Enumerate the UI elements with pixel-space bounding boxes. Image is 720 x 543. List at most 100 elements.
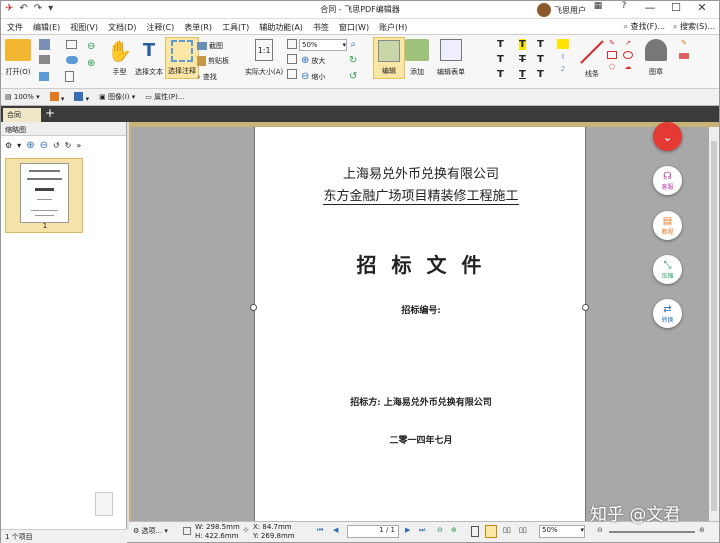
zoom-slider[interactable] — [609, 531, 695, 533]
user-account[interactable]: 飞思用户 — [537, 3, 586, 17]
callout-icon[interactable]: T — [497, 69, 504, 80]
text-box-icon[interactable]: T — [497, 39, 504, 50]
pdf-page[interactable]: 上海易兑外币兑换有限公司 东方金融广场项目精装修工程施工 招 标 文 件 招标编… — [254, 127, 586, 521]
selection-handle-left[interactable] — [250, 304, 257, 311]
save-icon[interactable] — [39, 39, 50, 50]
sound-icon[interactable]: ♪ — [561, 65, 565, 73]
continuous-page-icon[interactable] — [485, 525, 497, 538]
actual-size-button[interactable]: 1:1 实际大小(A) — [245, 39, 283, 77]
options-button[interactable]: ⚙ 选项... ▾ — [133, 526, 168, 536]
snapshot-button[interactable]: 截图 — [197, 41, 223, 51]
marker-icon[interactable]: ✎ — [681, 39, 687, 47]
collapse-fab[interactable]: ⌄ — [653, 122, 682, 151]
convert-fab[interactable]: ⇄ 转换 — [653, 299, 682, 328]
stamp-button[interactable]: 图章 — [645, 39, 667, 77]
menu-item-8[interactable]: 书签 — [313, 22, 329, 33]
help-icon[interactable]: ? — [611, 1, 637, 14]
last-page-button[interactable]: ⏭ — [419, 526, 425, 535]
replace-text-icon[interactable]: T — [537, 54, 544, 65]
zoom-in-button[interactable]: ⊕ 放大 — [301, 55, 325, 66]
ellipse-icon[interactable] — [623, 51, 633, 59]
edit-button[interactable]: 编辑 — [373, 37, 405, 79]
menu-item-4[interactable]: 注释(C) — [146, 22, 174, 33]
note-icon[interactable] — [557, 39, 569, 49]
pencil-icon[interactable]: ✎ — [609, 39, 615, 47]
go-forward-button[interactable]: ⊕ — [451, 526, 457, 534]
color-swatch-button[interactable]: ▾ — [74, 91, 89, 103]
next-page-button[interactable]: ▶ — [405, 526, 410, 534]
add-button[interactable]: 添加 — [405, 39, 429, 77]
menu-item-7[interactable]: 辅助功能(A) — [259, 22, 303, 33]
continuous-facing-icon[interactable]: ▯▯ — [519, 526, 527, 534]
cloud-shape-icon[interactable]: ☁ — [625, 63, 632, 71]
hand-tool-button[interactable]: ✋ 手型 — [107, 39, 132, 77]
line-width-select[interactable]: ▤ 100% ▾ — [5, 93, 40, 101]
go-back-button[interactable]: ⊖ — [437, 526, 443, 534]
squiggly-icon[interactable]: T — [537, 39, 544, 50]
rotate-right-icon[interactable]: ↻ — [349, 55, 357, 66]
typewriter-icon[interactable]: T — [497, 54, 504, 65]
insert-text-icon[interactable]: T — [537, 69, 544, 80]
facing-page-icon[interactable]: ▯▯ — [503, 526, 511, 534]
rectangle-icon[interactable] — [607, 51, 617, 59]
menu-item-5[interactable]: 表单(R) — [184, 22, 212, 33]
vertical-scrollbar[interactable] — [709, 127, 719, 521]
first-page-button[interactable]: ⏮ — [317, 526, 323, 535]
attachment-icon[interactable]: ⌇ — [561, 53, 564, 61]
menu-item-0[interactable]: 文件 — [7, 22, 23, 33]
zoom-out-button[interactable]: ⊖ 缩小 — [301, 71, 325, 82]
close-button[interactable]: ✕ — [689, 1, 715, 14]
line-button[interactable]: 线条 — [579, 39, 605, 79]
fit-width-icon[interactable] — [287, 54, 297, 64]
menu-item-2[interactable]: 视图(V) — [70, 22, 98, 33]
zoom-in-thumb-icon[interactable]: ⊕ — [26, 140, 34, 151]
chevron-down-icon[interactable]: ▾ — [17, 141, 21, 150]
tab-contract[interactable]: 合同 — [3, 108, 41, 122]
menu-item-6[interactable]: 工具(T) — [222, 22, 249, 33]
rotate-right-thumb-icon[interactable]: ↻ — [65, 141, 72, 150]
menu-item-9[interactable]: 窗口(W) — [339, 22, 369, 33]
back-icon[interactable]: ⊖ — [87, 41, 95, 52]
fit-page-icon[interactable] — [287, 39, 297, 49]
settings-icon[interactable]: ⚙ — [5, 141, 12, 150]
scan-icon[interactable] — [39, 72, 49, 81]
find-button[interactable]: ⌕ 查找(F)... — [624, 21, 666, 32]
minimize-button[interactable]: — — [637, 1, 663, 14]
select-annotation-button[interactable]: 选择注释 — [165, 37, 199, 79]
fill-color-button[interactable]: ▾ — [49, 91, 64, 103]
magnifier-icon[interactable]: ⌕ — [350, 39, 356, 50]
arrow-icon[interactable]: ↗ — [625, 39, 631, 47]
layout-icon[interactable]: ▦ — [585, 1, 611, 14]
properties-button[interactable]: ▭ 属性(P)... — [145, 92, 184, 102]
find-ribbon-button[interactable]: ⌕ 查找 — [197, 72, 217, 82]
new-tab-icon[interactable]: + — [45, 106, 55, 120]
image-menu[interactable]: ▣ 图像(I) ▾ — [99, 92, 135, 102]
cloud-icon[interactable] — [66, 55, 78, 64]
single-page-icon[interactable] — [471, 526, 479, 537]
thumbnail-item[interactable]: 1 — [5, 158, 83, 233]
rotate-left-thumb-icon[interactable]: ↺ — [53, 141, 60, 150]
polygon-icon[interactable]: ⬠ — [609, 63, 615, 71]
underline-icon[interactable]: T — [519, 69, 526, 80]
strikeout-icon[interactable]: T — [519, 54, 526, 65]
menu-item-1[interactable]: 编辑(E) — [33, 22, 60, 33]
menu-item-3[interactable]: 文档(D) — [108, 22, 136, 33]
rotate-left-icon[interactable]: ↺ — [349, 71, 357, 82]
maximize-button[interactable]: ☐ — [663, 1, 689, 14]
more-icon[interactable]: » — [76, 141, 81, 150]
print-icon[interactable] — [39, 55, 50, 64]
forward-icon[interactable]: ⊕ — [87, 58, 95, 69]
status-zoom-select[interactable]: 50% ▾ — [539, 525, 585, 538]
selection-handle-right[interactable] — [582, 304, 589, 311]
compress-fab[interactable]: ⤡ 压缩 — [653, 255, 682, 284]
open-button[interactable]: 打开(O) — [5, 39, 31, 77]
tutorial-fab[interactable]: ▤ 教程 — [653, 211, 682, 240]
email-icon[interactable] — [66, 40, 77, 49]
zoom-in-status-icon[interactable]: ⊕ — [699, 526, 705, 534]
search-button[interactable]: ⌕ 搜索(S)... — [673, 21, 715, 32]
new-doc-icon[interactable] — [65, 71, 74, 82]
clipboard-button[interactable]: 剪贴板 — [197, 56, 229, 66]
fit-visible-icon[interactable] — [287, 69, 297, 79]
highlight-icon[interactable]: T — [519, 39, 526, 50]
eraser-icon[interactable] — [679, 53, 689, 59]
